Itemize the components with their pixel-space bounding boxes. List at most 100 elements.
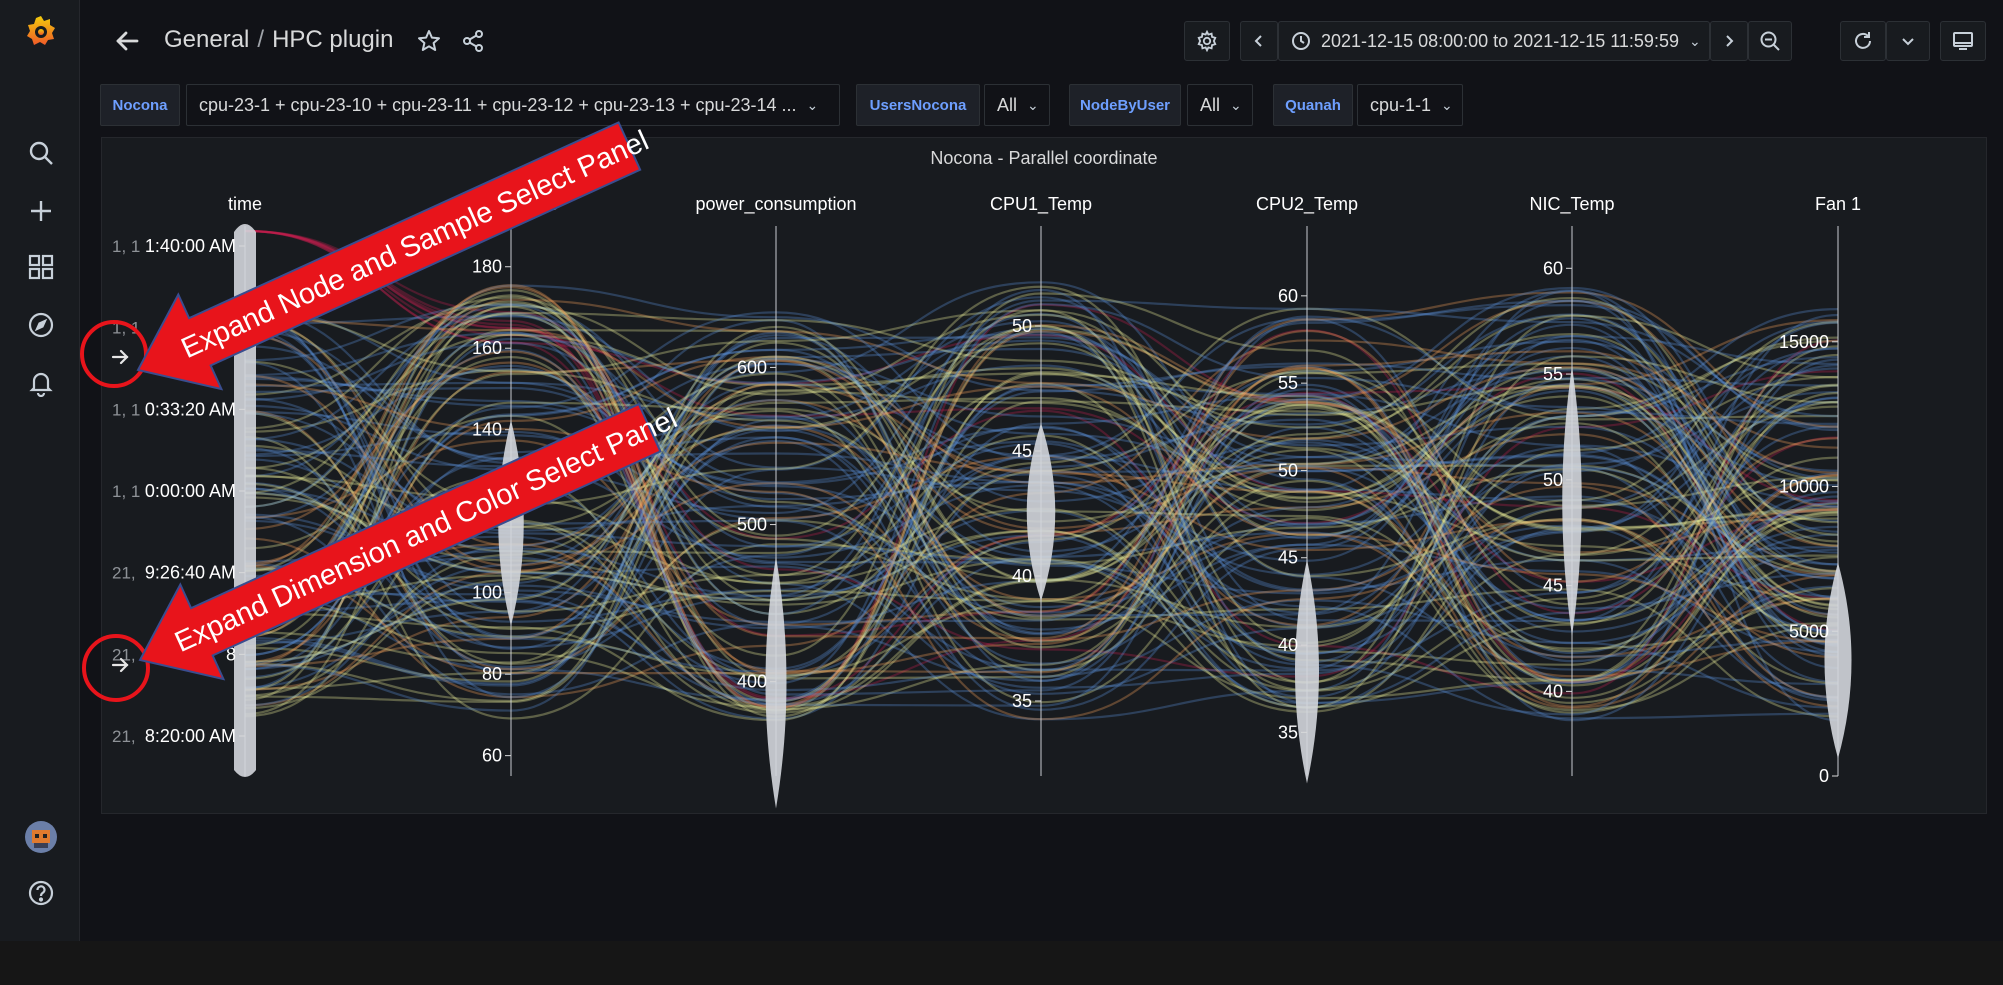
variable-select-usersnocona[interactable]: All ⌄ [984, 84, 1050, 126]
axis-violin [234, 224, 256, 777]
variable-label-nocona: Nocona [100, 84, 180, 126]
clock-icon [1292, 32, 1310, 50]
axis-tick-label: 50 [1012, 316, 1032, 336]
chevron-down-icon [1902, 38, 1914, 46]
variable-select-nodebyuser[interactable]: All ⌄ [1187, 84, 1253, 126]
axis-tick-label: 1:40:00 AM [145, 236, 236, 256]
side-nav [0, 0, 80, 941]
breadcrumb-folder[interactable]: General [164, 26, 249, 53]
axis-tick-prefix: 21, [112, 564, 136, 583]
arrow-right-icon [111, 349, 129, 365]
axis-tick-label: 180 [472, 257, 502, 277]
chevron-down-icon: ⌄ [1688, 32, 1701, 49]
plus-icon[interactable] [24, 194, 58, 228]
axis-tick-label: 15000 [1779, 332, 1829, 352]
refresh-button[interactable] [1840, 21, 1886, 61]
axis-tick-label: 160 [472, 338, 502, 358]
dashboard-navbar: General / HPC plugin 2021-12-15 08:00:00 t… [80, 0, 2003, 84]
axis-tick-label: 55 [1278, 373, 1298, 393]
axis-tick-label: 60 [1543, 258, 1563, 278]
alerting-bell-icon[interactable] [24, 366, 58, 400]
axis-tick-label: 55 [1543, 364, 1563, 384]
axis-tick-label: 140 [472, 420, 502, 440]
star-icon[interactable] [412, 24, 446, 58]
variable-value-nocona: cpu-23-1 + cpu-23-10 + cpu-23-11 + cpu-2… [199, 94, 797, 115]
tv-mode-button[interactable] [1940, 21, 1986, 61]
avatar[interactable] [24, 820, 58, 854]
chevron-right-icon [1726, 35, 1734, 47]
axis-tick-label: 400 [737, 672, 767, 692]
refresh-interval-dropdown[interactable] [1886, 21, 1930, 61]
axis-tick-label: 40 [1278, 635, 1298, 655]
axis-tick-label: 0 [1819, 766, 1829, 786]
variable-value-usersnocona: All [997, 94, 1018, 115]
zoom-out-button[interactable] [1748, 21, 1792, 61]
breadcrumb: General / HPC plugin [164, 26, 393, 54]
variable-label-quanah: Quanah [1273, 84, 1353, 126]
axis-title[interactable]: NIC_Temp [1529, 194, 1614, 215]
parallel-coordinate-chart: 21, 8:20:00 AM21, 821, 9:26:40 AM1, 1 0:00:0… [112, 194, 1861, 809]
variable-select-nocona[interactable]: cpu-23-1 + cpu-23-10 + cpu-23-11 + cpu-2… [186, 84, 840, 126]
axis-tick-label: 10000 [1779, 477, 1829, 497]
time-shift-forward-button[interactable] [1710, 21, 1748, 61]
search-icon[interactable] [24, 136, 58, 170]
axis-title[interactable]: power_consumption [695, 194, 856, 215]
variable-value-nodebyuser: All [1200, 94, 1221, 115]
axis-title[interactable]: time [228, 194, 262, 214]
page-bottom-band [0, 941, 2003, 985]
axis-tick-label: 8 [226, 644, 236, 664]
share-icon[interactable] [456, 24, 490, 58]
axis-tick-label: 600 [737, 357, 767, 377]
explore-compass-icon[interactable] [24, 308, 58, 342]
time-range-label: 2021-12-15 08:00:00 to 2021-12-15 11:59:… [1321, 30, 1679, 51]
axis-tick-label: 60 [1278, 286, 1298, 306]
chevron-left-icon [1254, 35, 1262, 47]
dashboards-icon[interactable] [24, 250, 58, 284]
axis-tick-label: 50 [1278, 460, 1298, 480]
page-title[interactable]: HPC plugin [272, 26, 393, 53]
axis-tick-label: 40 [1012, 566, 1032, 586]
chevron-down-icon: ⌄ [806, 96, 819, 113]
axis-tick-prefix: 1, 1 [112, 237, 140, 256]
parallel-coordinate-panel: Nocona - Parallel coordinate 21, 8:20:00 … [101, 137, 1987, 814]
grafana-logo[interactable] [24, 14, 58, 48]
gear-icon [1197, 30, 1217, 52]
axis-tick-label: 45 [1012, 441, 1032, 461]
refresh-icon [1855, 32, 1871, 49]
axis-title[interactable]: memory_po [463, 194, 558, 215]
axis-tick-label: 0:00:00 AM [145, 481, 236, 501]
grafana-app: General / HPC plugin 2021-12-15 08:00:00 t… [0, 0, 2003, 941]
expand-dimension-color-panel-button[interactable] [106, 651, 134, 679]
breadcrumb-separator: / [257, 26, 265, 53]
chevron-down-icon: ⌄ [1027, 96, 1039, 113]
time-range-picker[interactable]: 2021-12-15 08:00:00 to 2021-12-15 11:59:… [1278, 21, 1710, 61]
axis-tick-label: 5000 [1789, 621, 1829, 641]
axis-tick-label: 0:33:20 AM [145, 399, 236, 419]
axis-tick-label: 500 [737, 515, 767, 535]
axis-tick-label: 35 [1012, 691, 1032, 711]
axis-tick-prefix: 1, 1 [112, 482, 140, 501]
expand-node-sample-panel-button[interactable] [106, 343, 134, 371]
variable-select-quanah[interactable]: cpu-1-1 ⌄ [1357, 84, 1463, 126]
back-arrow-icon[interactable] [110, 24, 144, 58]
zoom-out-icon [1760, 31, 1780, 51]
time-shift-back-button[interactable] [1240, 21, 1278, 61]
axis-tick-label: 45 [1543, 576, 1563, 596]
axis-tick-prefix: 1, 1 [112, 400, 140, 419]
chevron-down-icon: ⌄ [1441, 96, 1453, 113]
monitor-icon [1953, 32, 1973, 50]
arrow-right-icon [111, 657, 129, 673]
axis-tick-label: 35 [1278, 722, 1298, 742]
axis-title[interactable]: CPU1_Temp [990, 194, 1092, 215]
variable-label-nodebyuser: NodeByUser [1069, 84, 1181, 126]
help-icon[interactable] [24, 876, 58, 910]
axis-tick-label: 45 [1278, 548, 1298, 568]
axis-title[interactable]: Fan 1 [1815, 194, 1861, 214]
settings-button[interactable] [1184, 21, 1230, 61]
axis-tick-label: 9:26:40 AM [145, 563, 236, 583]
axis-tick-label: 100 [472, 583, 502, 603]
axis-tick-label: 60 [482, 746, 502, 766]
axis-title[interactable]: CPU2_Temp [1256, 194, 1358, 215]
axis-tick-label: 80 [482, 664, 502, 684]
axis-tick-label: 50 [1543, 470, 1563, 490]
